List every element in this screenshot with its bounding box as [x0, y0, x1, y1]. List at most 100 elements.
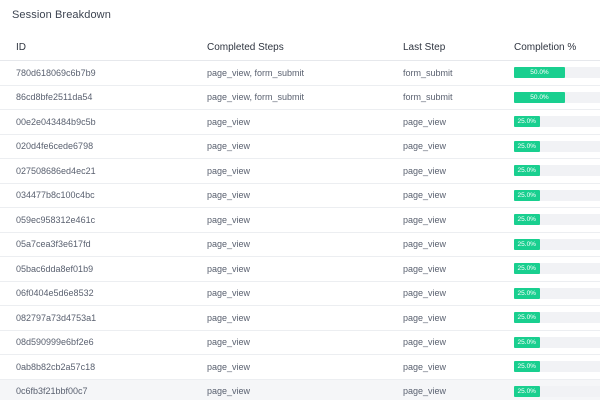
cell-completed-steps: page_view — [207, 183, 403, 208]
table-row[interactable]: 05a7cea3f3e617fd page_view page_view 25.0% — [0, 232, 600, 257]
completion-bar-fill: 25.0% — [514, 189, 540, 201]
table-body: 780d618069c6b7b9 page_view, form_submit fo… — [0, 60, 600, 400]
cell-completion: 25.0% — [514, 134, 600, 159]
cell-completed-steps: page_view, form_submit — [207, 85, 403, 110]
cell-id: 027508686ed4ec21 — [0, 158, 207, 184]
cell-last-step: page_view — [403, 256, 514, 282]
table-row[interactable]: 027508686ed4ec21 page_view page_view 25.0% — [0, 158, 600, 184]
completion-bar-fill: 25.0% — [514, 336, 540, 348]
completion-bar-fill: 25.0% — [514, 263, 540, 275]
table-row[interactable]: 059ec958312e461c page_view page_view 25.0% — [0, 207, 600, 233]
completion-bar-track: 25.0% — [514, 189, 600, 201]
cell-id: 08d590999e6bf2e6 — [0, 330, 207, 355]
cell-completion: 50.0% — [514, 85, 600, 110]
cell-last-step: page_view — [403, 134, 514, 159]
column-header-id[interactable]: ID — [0, 34, 207, 61]
table-row[interactable]: 780d618069c6b7b9 page_view, form_submit fo… — [0, 60, 600, 86]
cell-id: 0ab8b82cb2a57c18 — [0, 354, 207, 380]
cell-id: 020d4fe6cede6798 — [0, 134, 207, 159]
completion-bar-track: 25.0% — [514, 336, 600, 348]
table-header-row: ID Completed Steps Last Step Completion … — [0, 34, 600, 61]
cell-completed-steps: page_view — [207, 207, 403, 233]
cell-id: 05bac6dda8ef01b9 — [0, 256, 207, 282]
completion-bar-fill: 25.0% — [514, 361, 540, 373]
cell-completed-steps: page_view, form_submit — [207, 60, 403, 86]
cell-id: 082797a73d4753a1 — [0, 305, 207, 331]
column-header-completed-steps[interactable]: Completed Steps — [207, 34, 403, 61]
cell-last-step: form_submit — [403, 85, 514, 110]
session-breakdown-table: ID Completed Steps Last Step Completion … — [0, 34, 600, 400]
column-header-last-step[interactable]: Last Step — [403, 34, 514, 61]
completion-bar-fill: 50.0% — [514, 91, 565, 103]
completion-bar-track: 50.0% — [514, 91, 600, 103]
cell-last-step: page_view — [403, 379, 514, 400]
completion-bar-fill: 25.0% — [514, 214, 540, 226]
cell-completed-steps: page_view — [207, 379, 403, 400]
completion-bar-track: 25.0% — [514, 361, 600, 373]
completion-bar-track: 25.0% — [514, 263, 600, 275]
cell-id: 06f0404e5d6e8532 — [0, 281, 207, 306]
cell-last-step: page_view — [403, 232, 514, 257]
completion-bar-track: 50.0% — [514, 67, 600, 79]
cell-completed-steps: page_view — [207, 158, 403, 184]
completion-bar-track: 25.0% — [514, 140, 600, 152]
cell-completed-steps: page_view — [207, 354, 403, 380]
panel-title: Session Breakdown — [12, 9, 111, 21]
table-row[interactable]: 86cd8bfe2511da54 page_view, form_submit fo… — [0, 85, 600, 110]
cell-id: 00e2e043484b9c5b — [0, 109, 207, 135]
completion-bar-track: 25.0% — [514, 385, 600, 397]
cell-completed-steps: page_view — [207, 330, 403, 355]
table-row[interactable]: 00e2e043484b9c5b page_view page_view 25.0% — [0, 109, 600, 135]
cell-completion: 25.0% — [514, 109, 600, 135]
cell-completed-steps: page_view — [207, 305, 403, 331]
completion-bar-track: 25.0% — [514, 238, 600, 250]
completion-bar-fill: 25.0% — [514, 165, 540, 177]
cell-completed-steps: page_view — [207, 232, 403, 257]
completion-bar-track: 25.0% — [514, 312, 600, 324]
completion-bar-fill: 50.0% — [514, 67, 565, 79]
cell-last-step: page_view — [403, 330, 514, 355]
cell-completion: 50.0% — [514, 60, 600, 86]
table-row[interactable]: 020d4fe6cede6798 page_view page_view 25.0% — [0, 134, 600, 159]
cell-completed-steps: page_view — [207, 134, 403, 159]
column-header-completion[interactable]: Completion % — [514, 34, 600, 61]
cell-completed-steps: page_view — [207, 109, 403, 135]
cell-last-step: page_view — [403, 354, 514, 380]
cell-completion: 25.0% — [514, 183, 600, 208]
table-row[interactable]: 0c6fb3f21bbf00c7 page_view page_view 25.0% — [0, 379, 600, 400]
cell-id: 780d618069c6b7b9 — [0, 60, 207, 86]
cell-completion: 25.0% — [514, 158, 600, 184]
table-row[interactable]: 06f0404e5d6e8532 page_view page_view 25.0% — [0, 281, 600, 306]
cell-last-step: page_view — [403, 158, 514, 184]
table-row[interactable]: 082797a73d4753a1 page_view page_view 25.0% — [0, 305, 600, 331]
completion-bar-track: 25.0% — [514, 287, 600, 299]
completion-bar-fill: 25.0% — [514, 287, 540, 299]
cell-completion: 25.0% — [514, 281, 600, 306]
cell-completion: 25.0% — [514, 232, 600, 257]
completion-bar-fill: 25.0% — [514, 116, 540, 128]
cell-id: 0c6fb3f21bbf00c7 — [0, 379, 207, 400]
completion-bar-fill: 25.0% — [514, 140, 540, 152]
cell-last-step: page_view — [403, 305, 514, 331]
cell-completion: 25.0% — [514, 207, 600, 233]
table-row[interactable]: 08d590999e6bf2e6 page_view page_view 25.0% — [0, 330, 600, 355]
cell-id: 034477b8c100c4bc — [0, 183, 207, 208]
table-row[interactable]: 05bac6dda8ef01b9 page_view page_view 25.0% — [0, 256, 600, 282]
cell-completed-steps: page_view — [207, 256, 403, 282]
completion-bar-fill: 25.0% — [514, 385, 540, 397]
completion-bar-track: 25.0% — [514, 214, 600, 226]
completion-bar-track: 25.0% — [514, 116, 600, 128]
table-row[interactable]: 0ab8b82cb2a57c18 page_view page_view 25.0% — [0, 354, 600, 380]
completion-bar-track: 25.0% — [514, 165, 600, 177]
table-row[interactable]: 034477b8c100c4bc page_view page_view 25.0% — [0, 183, 600, 208]
cell-id: 059ec958312e461c — [0, 207, 207, 233]
cell-last-step: form_submit — [403, 60, 514, 86]
cell-last-step: page_view — [403, 281, 514, 306]
completion-bar-fill: 25.0% — [514, 238, 540, 250]
session-breakdown-panel: Session Breakdown ID Completed Steps Las… — [0, 0, 600, 400]
cell-completion: 25.0% — [514, 330, 600, 355]
cell-last-step: page_view — [403, 109, 514, 135]
cell-completion: 25.0% — [514, 305, 600, 331]
cell-id: 05a7cea3f3e617fd — [0, 232, 207, 257]
cell-last-step: page_view — [403, 183, 514, 208]
